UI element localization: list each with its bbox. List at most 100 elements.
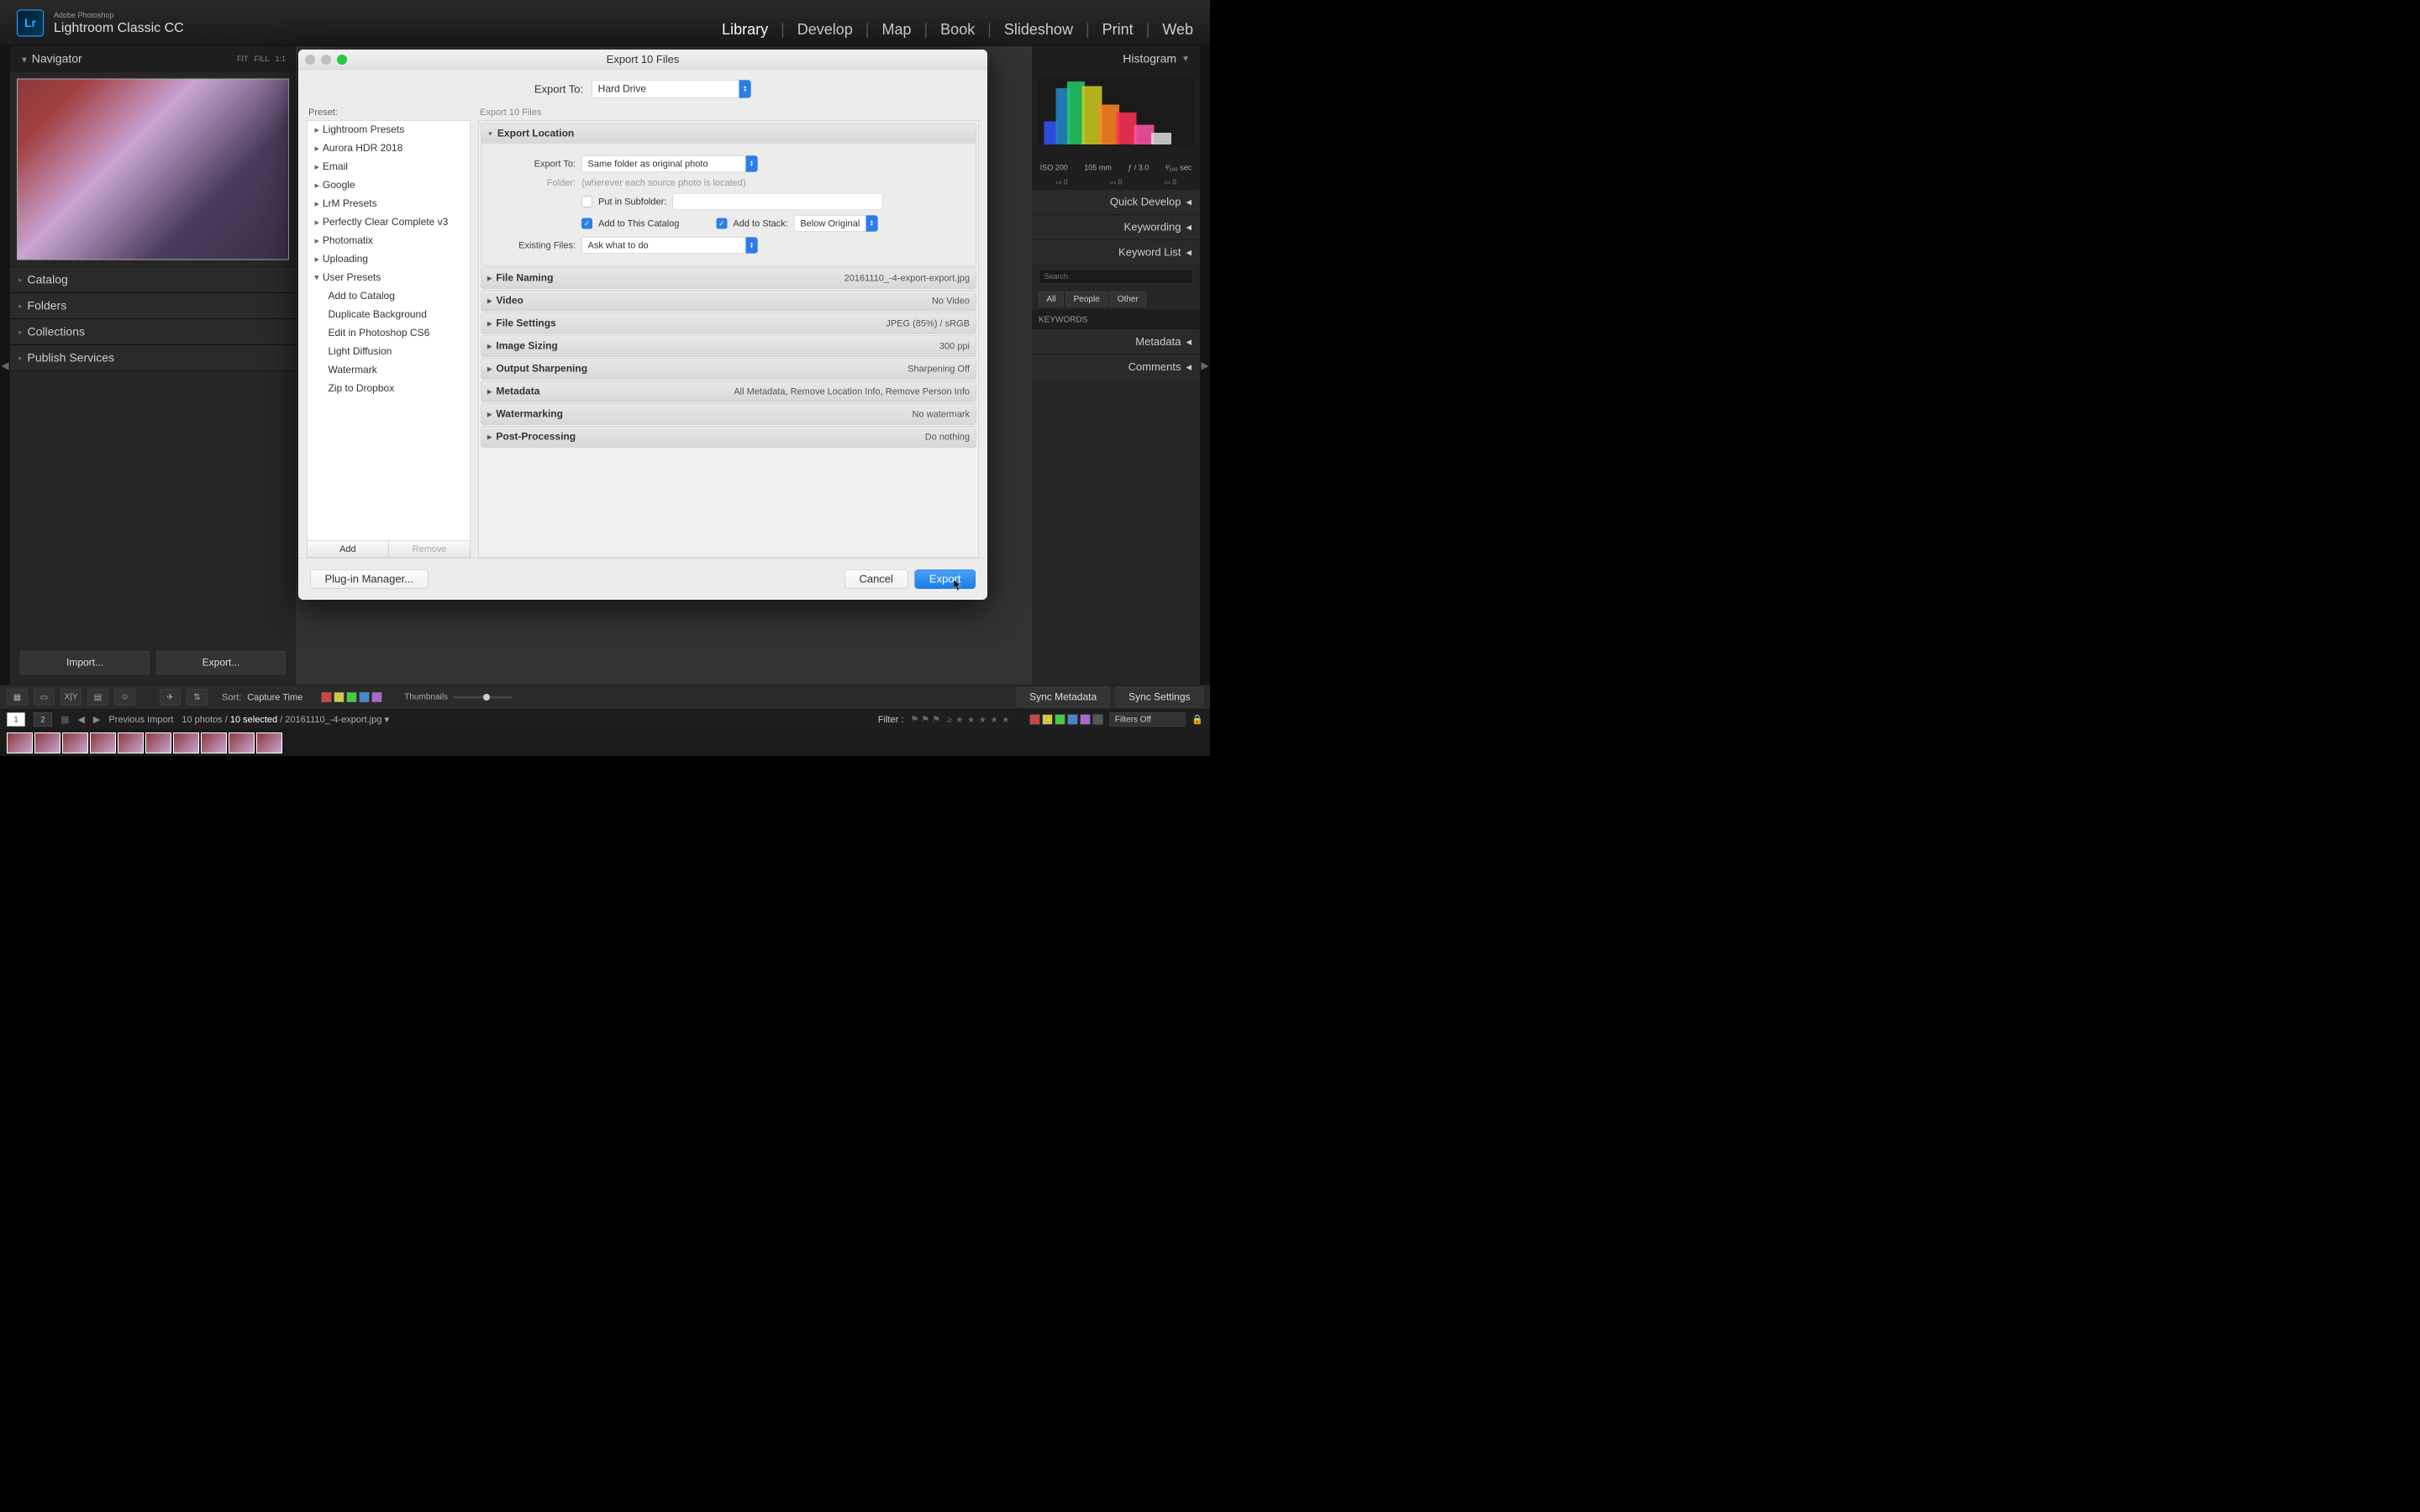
filter-lock-icon[interactable]: 🔒 (1192, 714, 1203, 725)
right-collapse-arrow[interactable]: ▶ (1200, 46, 1210, 685)
preset-group-user[interactable]: ▶User Presets (308, 269, 471, 287)
import-button[interactable]: Import... (20, 651, 150, 675)
section-video[interactable]: ▶VideoNo Video (481, 291, 976, 312)
quick-develop-section[interactable]: Quick Develop◂ (1032, 189, 1200, 214)
user-preset[interactable]: Light Diffusion (308, 343, 471, 361)
user-preset[interactable]: Duplicate Background (308, 306, 471, 324)
thumbnail[interactable] (173, 732, 199, 753)
export-button[interactable]: Export... (156, 651, 286, 675)
subfolder-checkbox[interactable] (581, 197, 592, 207)
module-book[interactable]: Book (940, 21, 975, 39)
chip-red[interactable] (321, 692, 331, 702)
minimize-icon[interactable] (321, 55, 331, 65)
module-web[interactable]: Web (1162, 21, 1193, 39)
add-catalog-checkbox[interactable]: ✓ (581, 218, 592, 229)
painter-tool-icon[interactable]: ✈ (160, 689, 181, 706)
screen-2[interactable]: 2 (34, 712, 52, 727)
navigator-header[interactable]: ▼ Navigator FIT FILL 1:1 (10, 46, 296, 72)
kw-tab-other[interactable]: Other (1109, 291, 1146, 307)
sync-metadata-button[interactable]: Sync Metadata (1017, 687, 1110, 707)
rating-filter[interactable]: ≥ ★ ★ ★ ★ ★ (947, 714, 1010, 725)
preset-group[interactable]: ▶LrM Presets (308, 195, 471, 213)
publish-services-section[interactable]: ▸Publish Services (10, 345, 296, 371)
user-preset[interactable]: Zip to Dropbox (308, 380, 471, 398)
navigator-preview[interactable] (10, 72, 296, 267)
add-stack-checkbox[interactable]: ✓ (716, 218, 727, 229)
metadata-section[interactable]: Metadata◂ (1032, 329, 1200, 354)
preset-group[interactable]: ▶Photomatix (308, 232, 471, 250)
preset-group[interactable]: ▶Uploading (308, 250, 471, 269)
section-metadata[interactable]: ▶MetadataAll Metadata, Remove Location I… (481, 381, 976, 402)
preset-list[interactable]: ▶Lightroom Presets ▶Aurora HDR 2018 ▶Ema… (307, 120, 471, 541)
export-to-select[interactable]: Hard Drive ▲▼ (592, 80, 751, 98)
flag-filter-icon[interactable]: ⚑ ⚑ ⚑ (910, 714, 940, 725)
preset-group[interactable]: ▶Aurora HDR 2018 (308, 139, 471, 158)
keywording-section[interactable]: Keywording◂ (1032, 214, 1200, 239)
chip-green[interactable] (346, 692, 356, 702)
folders-section[interactable]: ▸Folders (10, 293, 296, 319)
histogram-header[interactable]: Histogram▼ (1032, 46, 1200, 72)
module-slideshow[interactable]: Slideshow (1004, 21, 1073, 39)
thumbnail[interactable] (90, 732, 116, 753)
comments-section[interactable]: Comments◂ (1032, 354, 1200, 380)
module-library[interactable]: Library (722, 21, 768, 39)
user-preset[interactable]: Edit in Photoshop CS6 (308, 324, 471, 343)
loupe-view-icon[interactable]: ▭ (34, 689, 55, 706)
chip-yellow[interactable] (334, 692, 344, 702)
sort-value[interactable]: Capture Time (247, 691, 302, 702)
keyword-list-section[interactable]: Keyword List◂ (1032, 239, 1200, 265)
section-file-naming[interactable]: ▶File Naming20161110_-4-export-export.jp… (481, 268, 976, 289)
thumbnail[interactable] (118, 732, 144, 753)
settings-list[interactable]: ▼Export Location Export To: Same folder … (478, 120, 979, 558)
survey-view-icon[interactable]: ▤ (87, 689, 108, 706)
thumbnail[interactable] (201, 732, 227, 753)
left-collapse-arrow[interactable]: ◀ (0, 46, 10, 685)
section-post-processing[interactable]: ▶Post-ProcessingDo nothing (481, 427, 976, 448)
section-output-sharpening[interactable]: ▶Output SharpeningSharpening Off (481, 359, 976, 380)
chip-blue[interactable] (359, 692, 369, 702)
kw-tab-people[interactable]: People (1065, 291, 1107, 307)
people-view-icon[interactable]: ☺ (114, 689, 135, 706)
section-watermarking[interactable]: ▶WatermarkingNo watermark (481, 404, 976, 425)
export-location-select[interactable]: Same folder as original photo▲▼ (581, 155, 758, 172)
section-header[interactable]: ▼Export Location (481, 123, 976, 144)
section-image-sizing[interactable]: ▶Image Sizing300 ppi (481, 336, 976, 357)
filmstrip[interactable] (0, 730, 1210, 756)
subfolder-input[interactable] (672, 193, 882, 210)
thumbnail[interactable] (229, 732, 255, 753)
existing-files-select[interactable]: Ask what to do▲▼ (581, 237, 758, 254)
screen-1[interactable]: 1 (7, 712, 25, 727)
cancel-button[interactable]: Cancel (844, 570, 908, 589)
add-preset-button[interactable]: Add (308, 541, 389, 558)
navigator-zoom-options[interactable]: FIT FILL 1:1 (237, 55, 286, 64)
thumbnail[interactable] (62, 732, 88, 753)
module-print[interactable]: Print (1102, 21, 1134, 39)
plugin-manager-button[interactable]: Plug-in Manager... (310, 570, 429, 589)
export-confirm-button[interactable]: Export (914, 570, 976, 589)
compare-view-icon[interactable]: X|Y (60, 689, 82, 706)
color-filter-chips[interactable] (1029, 715, 1102, 725)
preset-group[interactable]: ▶Perfectly Clear Complete v3 (308, 213, 471, 232)
color-label-chips[interactable] (321, 692, 381, 702)
sort-direction-icon[interactable]: ⇅ (187, 689, 208, 706)
thumbnail[interactable] (145, 732, 171, 753)
zoom-icon[interactable] (337, 55, 347, 65)
sync-settings-button[interactable]: Sync Settings (1116, 687, 1203, 707)
preset-group[interactable]: ▶Google (308, 176, 471, 195)
dialog-titlebar[interactable]: Export 10 Files (298, 50, 987, 70)
user-preset[interactable]: Watermark (308, 361, 471, 380)
thumbnail-size-slider[interactable] (454, 696, 513, 698)
thumbnail[interactable] (34, 732, 60, 753)
preset-group[interactable]: ▶Email (308, 158, 471, 176)
stack-position-select[interactable]: Below Original▲▼ (794, 215, 878, 232)
thumbnail[interactable] (7, 732, 33, 753)
grid-view-icon[interactable]: ▦ (7, 689, 28, 706)
preset-group[interactable]: ▶Lightroom Presets (308, 121, 471, 139)
module-map[interactable]: Map (881, 21, 911, 39)
catalog-section[interactable]: ▸Catalog (10, 267, 296, 293)
user-preset[interactable]: Add to Catalog (308, 287, 471, 306)
chip-purple[interactable] (371, 692, 381, 702)
close-icon[interactable] (305, 55, 315, 65)
collections-section[interactable]: ▸Collections (10, 319, 296, 345)
kw-tab-all[interactable]: All (1039, 291, 1064, 307)
